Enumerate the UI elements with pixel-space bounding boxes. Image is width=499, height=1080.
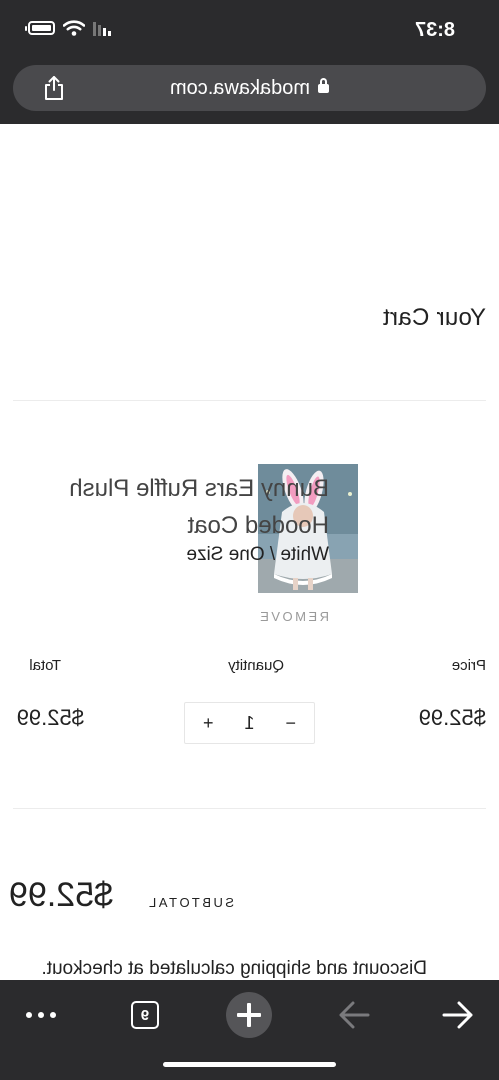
status-icons [28, 20, 111, 36]
page-title: Your Cart [382, 304, 486, 331]
more-menu-button[interactable] [16, 990, 66, 1040]
product-name[interactable]: Bunny Ears Ruffle Plush Hooded Coat [59, 470, 329, 544]
browser-top-bar: 8:37 modakawa.com [0, 0, 499, 124]
back-button[interactable] [433, 990, 483, 1040]
divider [13, 808, 486, 809]
quantity-stepper: − 1 + [184, 702, 315, 744]
quantity-value[interactable]: 1 [245, 713, 255, 734]
quantity-header: Quantity [228, 657, 284, 674]
back-arrow-icon [442, 1001, 473, 1029]
share-icon[interactable] [43, 75, 65, 101]
new-tab-button[interactable] [224, 990, 274, 1040]
url-bar[interactable]: modakawa.com [13, 65, 486, 111]
subtotal-label: SUBTOTAL [146, 895, 234, 910]
subtotal-value: $52.99 [9, 876, 113, 914]
checkout-note: Discount and shipping calculated at chec… [41, 958, 427, 979]
item-total: $52.99 [16, 705, 84, 730]
tabs-button[interactable]: 9 [120, 990, 170, 1040]
status-time: 8:37 [414, 19, 455, 41]
total-header: Total [29, 657, 61, 674]
forward-arrow-icon [339, 1001, 370, 1029]
battery-icon [28, 21, 55, 35]
tab-count: 9 [140, 1006, 150, 1024]
price-header: Price [451, 657, 486, 674]
more-dots-icon [26, 1012, 56, 1018]
remove-button[interactable]: REMOVE [258, 609, 329, 624]
wifi-icon [63, 20, 85, 36]
product-variant: White / One Size [186, 544, 329, 565]
url-text: modakawa.com [169, 77, 311, 99]
tabs-icon: 9 [131, 1001, 159, 1029]
quantity-plus-button[interactable]: + [203, 713, 214, 734]
home-indicator [163, 1062, 336, 1067]
new-tab-plus-icon [226, 992, 272, 1038]
item-price: $52.99 [418, 705, 486, 730]
lock-icon [318, 84, 330, 93]
url-display[interactable]: modakawa.com [13, 77, 486, 100]
cellular-signal-icon [93, 20, 111, 36]
forward-button[interactable] [329, 990, 379, 1040]
quantity-minus-button[interactable]: − [285, 713, 296, 734]
divider [13, 400, 486, 401]
